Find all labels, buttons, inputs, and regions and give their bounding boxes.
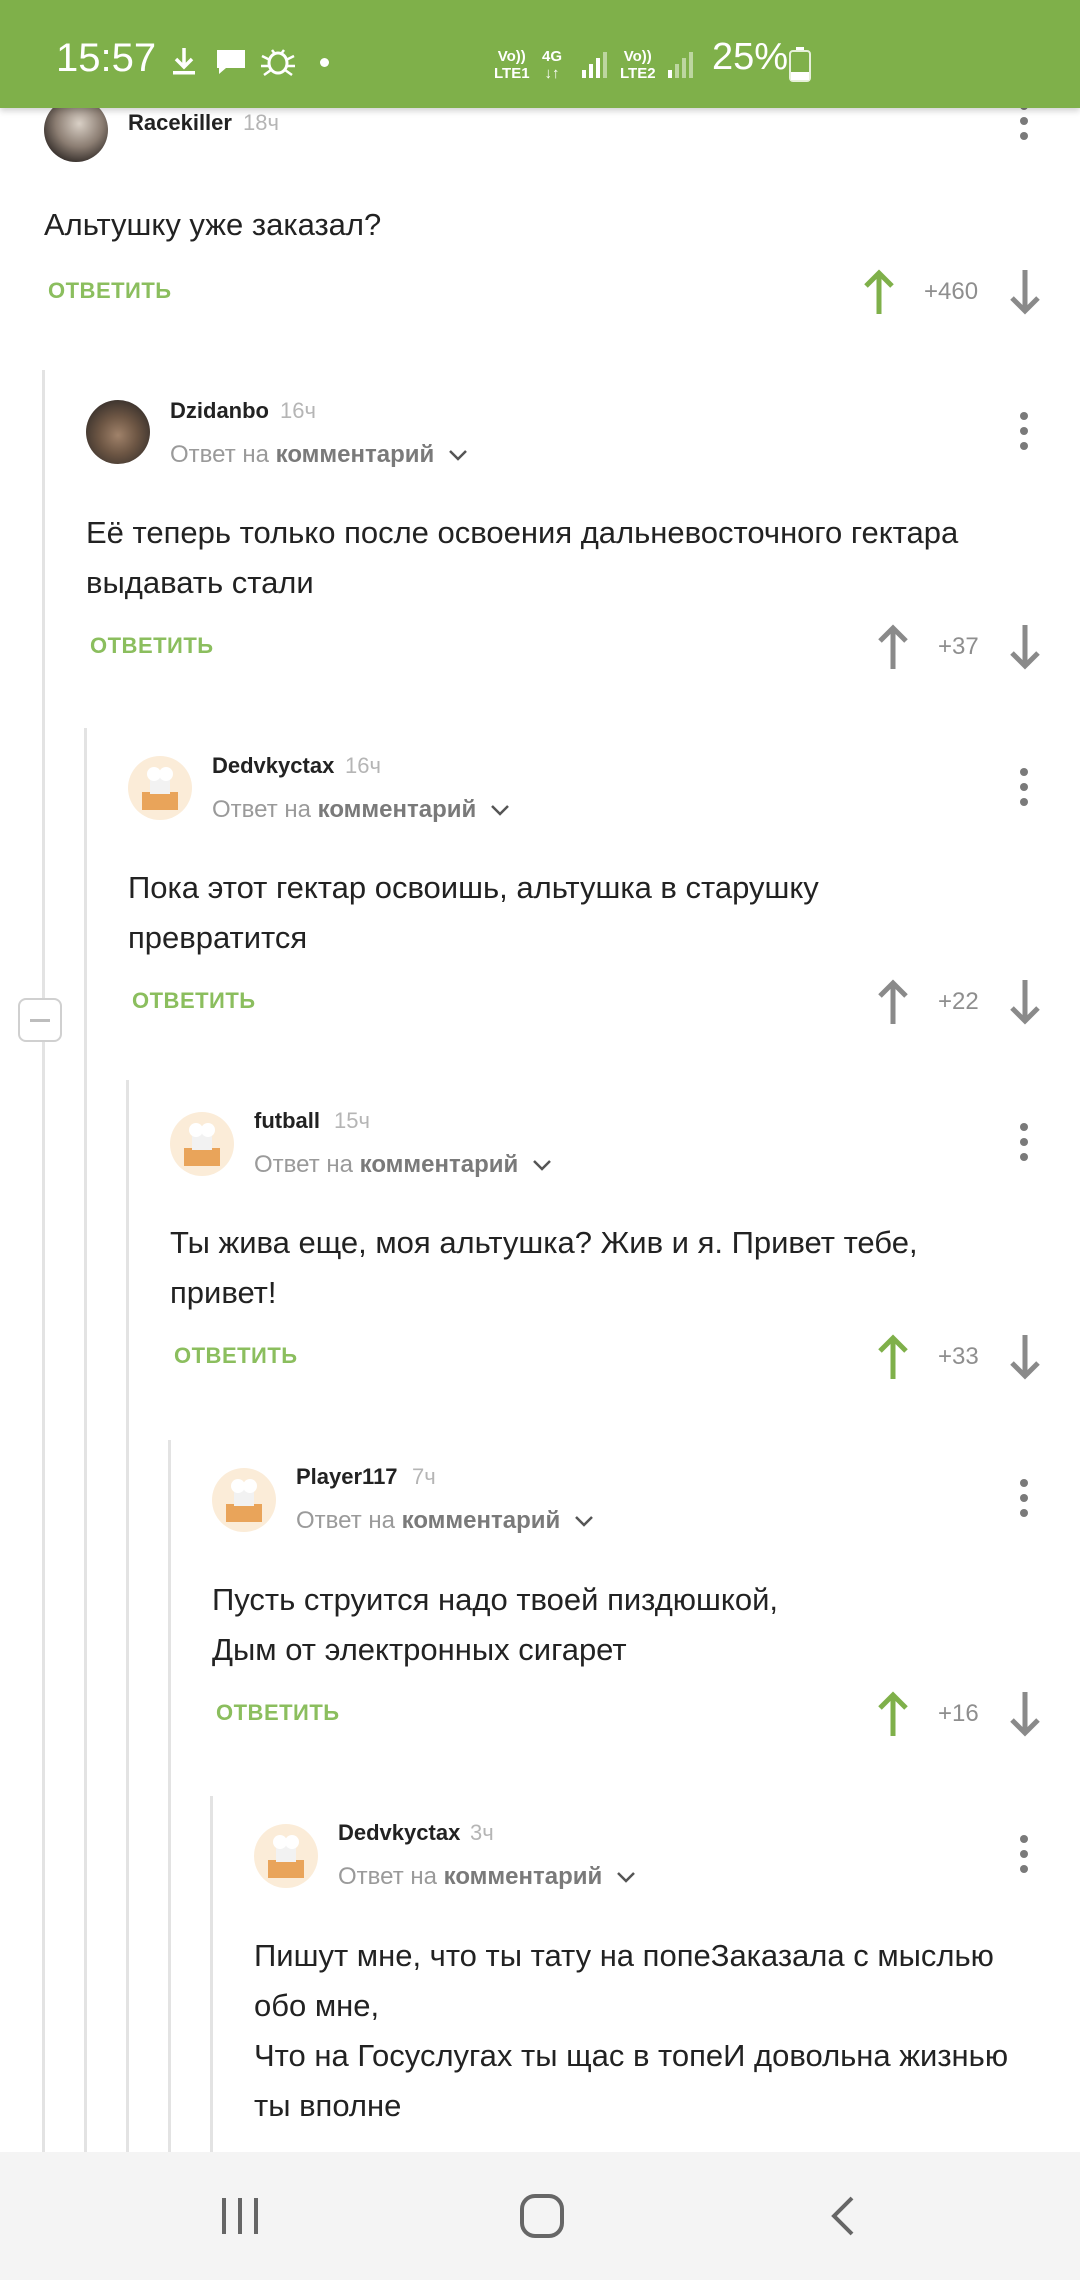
reply-to-link[interactable]: Ответ на комментарий [254,1151,518,1179]
download-icon [173,48,195,75]
message-icon [217,50,245,74]
reply-button[interactable]: ОТВЕТИТЬ [90,633,214,659]
comment-score: +460 [924,278,979,305]
lte2-indicator: Vo)) LTE2 [620,48,656,82]
avatar[interactable] [170,1112,234,1176]
comment-time: 3ч [470,1820,494,1845]
comment-text: Ты жива еще, моя альтушка? Жив и я. Прив… [170,1225,918,1310]
comment-author[interactable]: Dedvkyctax [338,1820,460,1846]
avatar[interactable] [44,108,108,162]
chevron-down-icon[interactable] [532,1158,552,1172]
comment-text: Пишут мне, что ты тату на попеЗаказала с… [254,1938,1009,2123]
upvote-icon[interactable] [876,1690,910,1738]
collapse-thread-button[interactable] [18,998,62,1042]
notification-dot [320,58,329,67]
comment-score: +37 [938,633,979,660]
recent-apps-icon[interactable] [218,2196,262,2236]
reply-button[interactable]: ОТВЕТИТЬ [216,1700,340,1726]
thread-line[interactable] [42,370,45,2152]
more-options-icon[interactable] [1020,412,1028,457]
avatar[interactable] [254,1824,318,1888]
downvote-icon[interactable] [1008,978,1042,1026]
comment-author[interactable]: Racekiller [128,110,232,136]
avatar[interactable] [212,1468,276,1532]
reply-to-link[interactable]: Ответ на комментарий [170,441,434,469]
downvote-icon[interactable] [1008,1690,1042,1738]
comment-score: +16 [938,1700,979,1727]
status-bar: 15:57 Vo)) LTE1 4G ↓↑ Vo)) LTE2 25% [0,0,1080,108]
comment-time: 15ч [334,1108,370,1133]
reply-to-link[interactable]: Ответ на комментарий [296,1507,560,1535]
comment-author[interactable]: Dedvkyctax [212,753,334,779]
thread-line[interactable] [126,1080,129,2152]
status-time: 15:57 [56,36,157,80]
comment-time: 7ч [412,1464,436,1489]
reply-button[interactable]: ОТВЕТИТЬ [48,278,172,304]
bug-icon [261,49,295,77]
signal-icon [668,52,693,78]
more-options-icon[interactable] [1020,1835,1028,1880]
upvote-icon[interactable] [862,268,896,316]
more-options-icon[interactable] [1020,108,1028,147]
comment-author[interactable]: Player117 [296,1464,398,1490]
reply-button[interactable]: ОТВЕТИТЬ [132,988,256,1014]
comment-text: Альтушку уже заказал? [44,207,382,242]
upvote-icon[interactable] [876,1333,910,1381]
signal-icon [582,52,607,78]
system-navigation-bar [0,2152,1080,2280]
upvote-icon[interactable] [876,978,910,1026]
downvote-icon[interactable] [1008,268,1042,316]
comment-time: 16ч [345,753,381,778]
chevron-down-icon[interactable] [490,803,510,817]
avatar[interactable] [86,400,150,464]
battery-icon [789,47,811,82]
battery-percent: 25% [712,36,789,78]
comment-time: 18ч [243,110,279,135]
thread-line[interactable] [168,1440,171,2152]
upvote-icon[interactable] [876,623,910,671]
chevron-down-icon[interactable] [448,448,468,462]
comment-author[interactable]: futball [254,1108,320,1134]
more-options-icon[interactable] [1020,1479,1028,1524]
reply-to-link[interactable]: Ответ на комментарий [212,796,476,824]
avatar[interactable] [128,756,192,820]
chevron-down-icon[interactable] [574,1514,594,1528]
comment-text: Пусть струится надо твоей пиздюшкой, Дым… [212,1582,779,1667]
comment-score: +22 [938,988,979,1015]
chevron-down-icon[interactable] [616,1870,636,1884]
thread-line[interactable] [84,728,87,2152]
back-icon[interactable] [826,2194,860,2238]
lte1-indicator: Vo)) LTE1 [494,48,530,82]
comment-time: 16ч [280,398,316,423]
comment-author[interactable]: Dzidanbo [170,398,269,424]
comment-feed[interactable]: Racekiller 18ч Альтушку уже заказал? ОТВ… [0,108,1080,2152]
downvote-icon[interactable] [1008,1333,1042,1381]
comment-text: Её теперь только после освоения дальнево… [86,515,959,600]
home-icon[interactable] [518,2192,566,2240]
more-options-icon[interactable] [1020,1123,1028,1168]
comment-text: Пока этот гектар освоишь, альтушка в ста… [128,870,819,955]
more-options-icon[interactable] [1020,768,1028,813]
reply-button[interactable]: ОТВЕТИТЬ [174,1343,298,1369]
downvote-icon[interactable] [1008,623,1042,671]
reply-to-link[interactable]: Ответ на комментарий [338,1863,602,1891]
comment-score: +33 [938,1343,979,1370]
thread-line[interactable] [210,1796,213,2152]
4g-indicator: 4G ↓↑ [542,48,563,82]
